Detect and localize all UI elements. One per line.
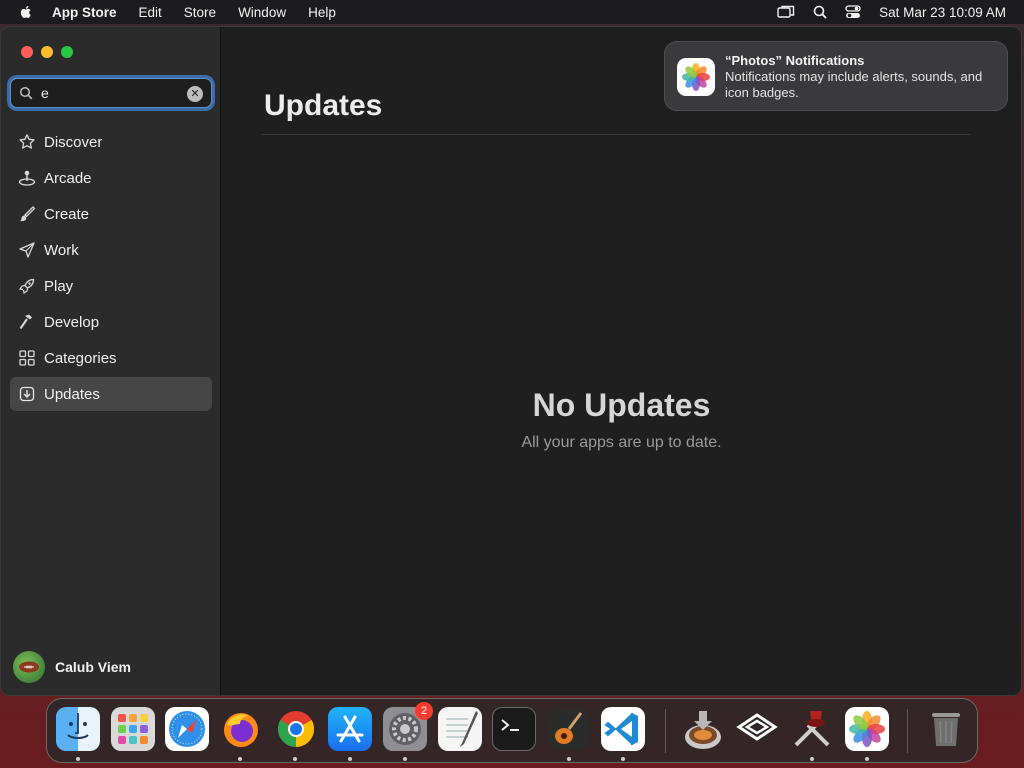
- sidebar-item-discover[interactable]: Discover: [10, 125, 212, 159]
- system-settings-icon[interactable]: 2: [383, 702, 433, 751]
- minimize-window-button[interactable]: [41, 46, 53, 58]
- empty-state-subtitle: All your apps are up to date.: [521, 434, 722, 451]
- brush-icon: [18, 205, 36, 223]
- close-window-button[interactable]: [21, 46, 33, 58]
- paper-plane-icon: [18, 241, 36, 259]
- sidebar-item-categories[interactable]: Categories: [10, 341, 212, 375]
- menu-app-name[interactable]: App Store: [52, 5, 117, 20]
- menu-datetime[interactable]: Sat Mar 23 10:09 AM: [879, 5, 1006, 20]
- sidebar-item-label: Arcade: [44, 169, 92, 187]
- sidebar-item-create[interactable]: Create: [10, 197, 212, 231]
- search-input[interactable]: [41, 85, 181, 101]
- installer-icon[interactable]: [681, 707, 725, 751]
- parallels-icon[interactable]: [735, 707, 779, 751]
- grid-icon: [18, 349, 36, 367]
- sidebar-item-play[interactable]: Play: [10, 269, 212, 303]
- main-content: Updates No Updates All your apps are up …: [222, 27, 1021, 695]
- running-indicator: [238, 757, 242, 761]
- rocket-icon: [18, 277, 36, 295]
- star-icon: [18, 133, 36, 151]
- running-indicator: [810, 757, 814, 761]
- sidebar-item-label: Develop: [44, 313, 100, 331]
- utility-tools-icon[interactable]: [790, 707, 834, 751]
- screen-mirroring-icon[interactable]: [777, 5, 795, 19]
- avatar: [13, 651, 45, 683]
- firefox-icon[interactable]: [219, 707, 263, 751]
- empty-state: No Updates All your apps are up to date.: [222, 387, 1021, 452]
- textedit-icon[interactable]: [438, 707, 482, 751]
- settings-badge: 2: [415, 702, 433, 720]
- trash-icon[interactable]: [924, 707, 968, 751]
- app-store-icon[interactable]: [328, 707, 372, 751]
- running-indicator: [76, 757, 80, 761]
- menu-bar: App Store Edit Store Window Help Sat Mar…: [0, 0, 1024, 24]
- menu-store[interactable]: Store: [184, 5, 216, 20]
- photos-app-icon: [677, 58, 715, 96]
- notification-banner[interactable]: “Photos” Notifications Notifications may…: [664, 41, 1008, 111]
- search-field[interactable]: ✕: [10, 78, 212, 108]
- menu-window[interactable]: Window: [238, 5, 286, 20]
- account-button[interactable]: Calub Viem: [13, 651, 131, 683]
- sidebar-item-label: Create: [44, 205, 90, 223]
- notification-title: “Photos” Notifications: [725, 53, 865, 68]
- joystick-icon: [18, 169, 36, 187]
- sidebar-item-label: Work: [44, 241, 79, 259]
- user-name: Calub Viem: [55, 659, 131, 675]
- control-center-icon[interactable]: [845, 5, 861, 19]
- running-indicator: [567, 757, 571, 761]
- page-title: Updates: [264, 89, 383, 122]
- zoom-window-button[interactable]: [61, 46, 73, 58]
- hammer-icon: [18, 313, 36, 331]
- terminal-icon[interactable]: [492, 707, 536, 751]
- running-indicator: [403, 757, 407, 761]
- dock-separator: [907, 709, 908, 753]
- clear-search-icon[interactable]: ✕: [187, 86, 203, 102]
- running-indicator: [621, 757, 625, 761]
- sidebar-nav: Discover Arcade Create Work Play Develop…: [10, 125, 212, 413]
- launchpad-icon[interactable]: [111, 707, 155, 751]
- notification-body: Notifications may include alerts, sounds…: [725, 69, 983, 100]
- garageband-icon[interactable]: [547, 707, 591, 751]
- vscode-icon[interactable]: [601, 707, 645, 751]
- sidebar-item-updates[interactable]: Updates: [10, 377, 212, 411]
- window-controls: [21, 46, 81, 58]
- sidebar-item-label: Play: [44, 277, 74, 295]
- apple-menu-icon[interactable]: [18, 4, 34, 20]
- sidebar-item-label: Categories: [44, 349, 117, 367]
- sidebar-item-develop[interactable]: Develop: [10, 305, 212, 339]
- sidebar-item-label: Updates: [44, 385, 100, 403]
- running-indicator: [293, 757, 297, 761]
- dock-separator: [665, 709, 666, 753]
- menu-edit[interactable]: Edit: [139, 5, 162, 20]
- photos-icon[interactable]: [845, 707, 889, 751]
- app-store-window: ✕ Discover Arcade Create: [0, 26, 1022, 696]
- sidebar-item-label: Discover: [44, 133, 103, 151]
- search-icon: [19, 86, 33, 100]
- download-icon: [18, 385, 36, 403]
- spotlight-search-icon[interactable]: [813, 5, 827, 19]
- running-indicator: [348, 757, 352, 761]
- sidebar-item-work[interactable]: Work: [10, 233, 212, 267]
- dock: 2: [46, 698, 978, 763]
- menu-help[interactable]: Help: [308, 5, 336, 20]
- finder-icon[interactable]: [56, 707, 100, 751]
- sidebar: ✕ Discover Arcade Create: [1, 27, 221, 695]
- empty-state-title: No Updates: [532, 387, 711, 423]
- sidebar-item-arcade[interactable]: Arcade: [10, 161, 212, 195]
- chrome-icon[interactable]: [274, 707, 318, 751]
- safari-icon[interactable]: [165, 707, 209, 751]
- running-indicator: [865, 757, 869, 761]
- title-divider: [262, 134, 970, 135]
